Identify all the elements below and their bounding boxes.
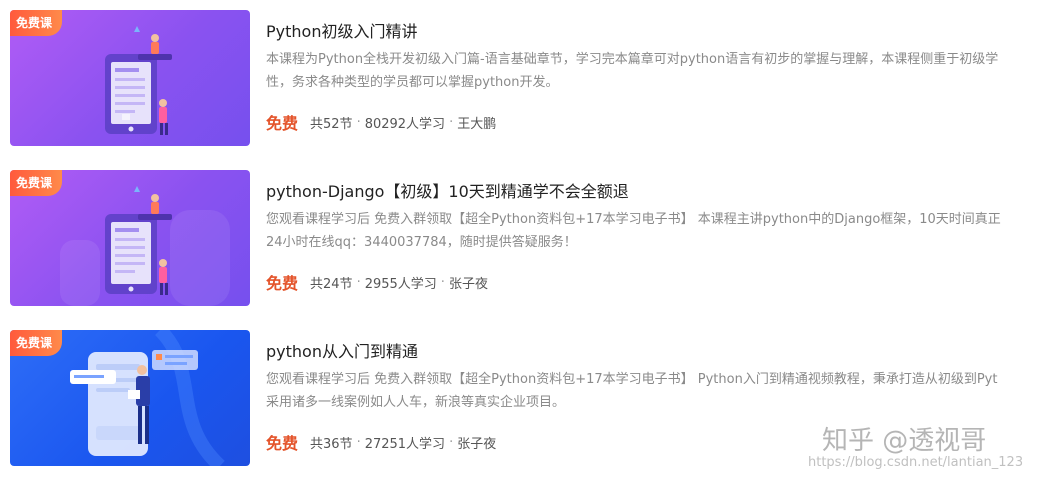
course-title[interactable]: Python初级入门精讲 [266, 18, 417, 42]
course-meta: 免费 共36节 · 27251人学习 · 张子夜 [266, 430, 496, 454]
course-thumbnail[interactable]: 免费课 [10, 170, 250, 306]
separator-dot: · [356, 434, 361, 450]
free-course-badge: 免费课 [10, 170, 63, 196]
course-description-line: 采用诸多一线案例如人人车，新浪等真实企业项目。 [266, 395, 566, 410]
zhihu-watermark: 知乎 @透视哥 [822, 426, 987, 456]
price-label: 免费 [266, 434, 299, 453]
teacher-name[interactable]: 张子夜 [449, 273, 488, 292]
course-description-line: 24小时在线qq：3440037784，随时提供答疑服务！ [266, 235, 577, 250]
url-watermark: https://blog.csdn.net/lantian_123 [808, 455, 1024, 470]
price-label: 免费 [266, 114, 299, 133]
course-meta: 免费 共24节 · 2955人学习 · 张子夜 [266, 270, 488, 294]
course-description: 您观看课程学习后 免费入群领取【超全Python资料包+17本学习电子书】 本课… [266, 208, 1045, 254]
separator-dot: · [356, 274, 361, 290]
course-description-line: 您观看课程学习后 免费入群领取【超全Python资料包+17本学习电子书】 Py… [266, 372, 998, 387]
course-description-line: 性，务求各种类型的学员都可以掌握python开发。 [266, 75, 559, 90]
course-title[interactable]: python从入门到精通 [266, 338, 418, 362]
course-description: 您观看课程学习后 免费入群领取【超全Python资料包+17本学习电子书】 Py… [266, 368, 1045, 414]
course-description-line: 您观看课程学习后 免费入群领取【超全Python资料包+17本学习电子书】 本课… [266, 212, 1001, 227]
free-course-badge: 免费课 [10, 330, 63, 356]
lesson-count: 共36节 [310, 436, 353, 452]
course-description-line: 本课程为Python全栈开发初级入门篇-语言基础章节，学习完本篇章可对pytho… [266, 52, 999, 67]
course-description: 本课程为Python全栈开发初级入门篇-语言基础章节，学习完本篇章可对pytho… [266, 48, 1045, 94]
lesson-count: 共52节 [310, 116, 353, 132]
learner-count: 2955人学习 [364, 276, 437, 292]
course-card-1[interactable]: 免费课 Python初级入门精讲 本课程为Python全栈开发初级入门篇-语言基… [0, 10, 1045, 150]
separator-dot: · [356, 114, 361, 130]
lesson-count: 共24节 [310, 276, 353, 292]
course-title[interactable]: python-Django【初级】10天到精通学不会全额退 [266, 178, 629, 202]
teacher-name[interactable]: 王大鹏 [457, 113, 496, 132]
course-card-2[interactable]: 免费课 python-Django【初级】10天到精通学不会全额退 您观看课程学… [0, 170, 1045, 310]
course-meta: 免费 共52节 · 80292人学习 · 王大鹏 [266, 110, 496, 134]
free-course-badge: 免费课 [10, 10, 63, 36]
learner-count: 27251人学习 [364, 436, 446, 452]
course-thumbnail[interactable]: 免费课 [10, 330, 250, 466]
teacher-name[interactable]: 张子夜 [457, 433, 496, 452]
separator-dot: · [449, 434, 454, 450]
separator-dot: · [449, 114, 454, 130]
price-label: 免费 [266, 274, 299, 293]
separator-dot: · [440, 274, 445, 290]
learner-count: 80292人学习 [364, 116, 446, 132]
course-thumbnail[interactable]: 免费课 [10, 10, 250, 146]
